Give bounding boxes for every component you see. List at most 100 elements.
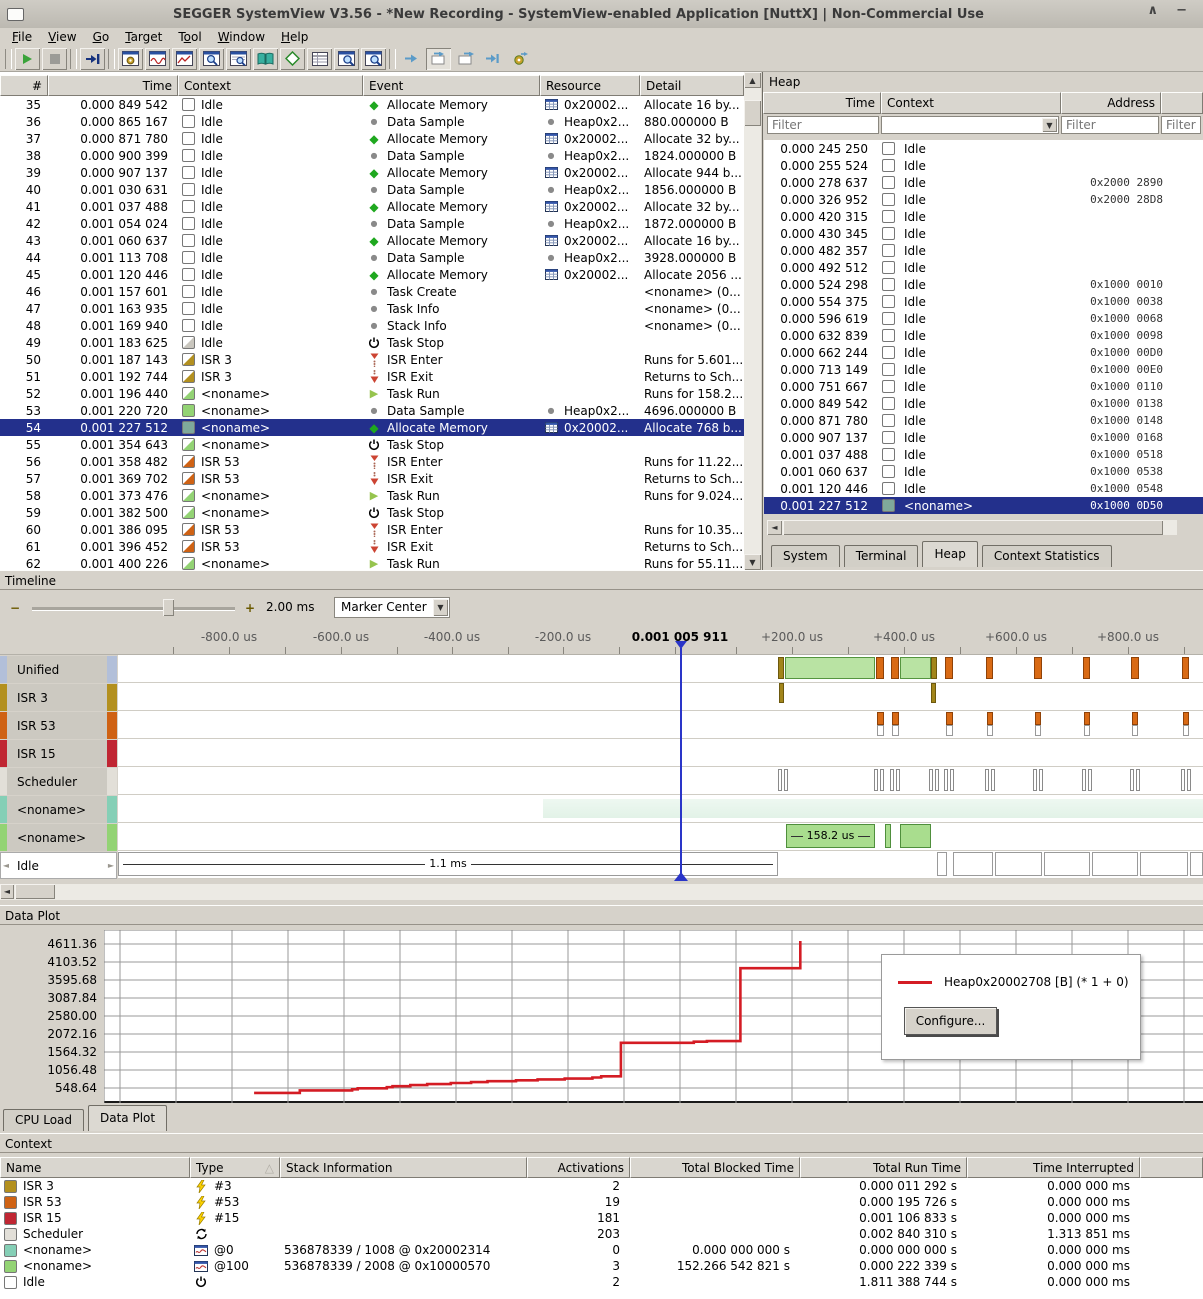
heap-row[interactable]: 0.000 430 345Idle xyxy=(764,225,1203,242)
event-row[interactable]: 350.000 849 542Idle◆Allocate Memory0x200… xyxy=(0,96,744,113)
event-row[interactable]: 620.001 400 226<noname>▶Task RunRuns for… xyxy=(0,555,744,570)
event-row[interactable]: 500.001 187 143ISR 3ISR EnterRuns for 5.… xyxy=(0,351,744,368)
col-context[interactable]: Context xyxy=(178,75,363,96)
timeline-marker-line[interactable] xyxy=(680,648,682,880)
show-memory-panel-button[interactable] xyxy=(226,48,251,70)
shade-button[interactable]: ∧ xyxy=(1148,3,1159,18)
track-row-scheduler[interactable] xyxy=(118,767,1203,795)
context-row[interactable]: ISR 3#320.000 011 292 s0.000 000 ms xyxy=(0,1178,1203,1194)
event-row[interactable]: 600.001 386 095ISR 53ISR EnterRuns for 1… xyxy=(0,521,744,538)
menu-go[interactable]: Go xyxy=(85,29,118,46)
track-row-isr53[interactable] xyxy=(118,711,1203,739)
col-name[interactable]: Name xyxy=(0,1157,190,1178)
track-label-isr15[interactable]: ISR 15 xyxy=(0,740,117,767)
track-scroll-right-icon[interactable]: ► xyxy=(106,861,116,870)
scrollbar-thumb[interactable] xyxy=(15,884,55,899)
heap-row[interactable]: 0.000 482 357Idle xyxy=(764,242,1203,259)
col-run-time[interactable]: Total Run Time xyxy=(800,1157,967,1178)
tab-cpu-load[interactable]: CPU Load xyxy=(3,1109,84,1131)
track-scroll-left-icon[interactable]: ◄ xyxy=(1,861,11,870)
heap-col-context[interactable]: Context xyxy=(881,92,1061,114)
track-row-noname2[interactable]: 158.2 us xyxy=(118,823,1203,851)
show-cpu-load-panel-button[interactable] xyxy=(172,48,197,70)
scrollbar-thumb[interactable] xyxy=(783,520,1163,535)
event-row[interactable]: 400.001 030 631Idle●Data Sample●Heap0x2.… xyxy=(0,181,744,198)
event-row[interactable]: 590.001 382 500<noname>Task Stop xyxy=(0,504,744,521)
heap-row[interactable]: 0.000 278 637Idle0x2000 2890 xyxy=(764,174,1203,191)
heap-col-address[interactable]: Address xyxy=(1061,92,1161,114)
event-row[interactable]: 410.001 037 488Idle◆Allocate Memory0x200… xyxy=(0,198,744,215)
show-context-panel-button[interactable] xyxy=(199,48,224,70)
menu-help[interactable]: Help xyxy=(273,29,316,46)
show-heap-panel-button[interactable] xyxy=(280,48,305,70)
track-row-isr15[interactable] xyxy=(118,739,1203,767)
context-row[interactable]: <noname>@0536878339 / 1008 @ 0x200023140… xyxy=(0,1242,1203,1258)
col-detail[interactable]: Detail xyxy=(640,75,744,96)
event-row[interactable]: 480.001 169 940Idle●Stack Info<noname> (… xyxy=(0,317,744,334)
context-row[interactable]: ISR 15#151810.001 106 833 s0.000 000 ms xyxy=(0,1210,1203,1226)
show-terminal-panel-button[interactable] xyxy=(253,48,278,70)
context-row[interactable]: ISR 53#53190.000 195 726 s0.000 000 ms xyxy=(0,1194,1203,1210)
event-row[interactable]: 420.001 054 024Idle●Data Sample●Heap0x2.… xyxy=(0,215,744,232)
col-event[interactable]: Event xyxy=(363,75,540,96)
heap-row[interactable]: 0.000 245 250Idle xyxy=(764,140,1203,157)
event-row[interactable]: 510.001 192 744ISR 3ISR ExitReturns to S… xyxy=(0,368,744,385)
timeline-scrollbar[interactable]: ◄ xyxy=(0,884,1203,900)
title-bar[interactable]: SEGGER SystemView V3.56 - *New Recording… xyxy=(0,0,1203,28)
context-row[interactable]: <noname>@100536878339 / 2008 @ 0x1000057… xyxy=(0,1258,1203,1274)
col-resource[interactable]: Resource xyxy=(540,75,640,96)
heap-col-time[interactable]: Time xyxy=(763,92,881,114)
show-settings-panel-button[interactable] xyxy=(118,48,143,70)
event-row[interactable]: 440.001 113 708Idle●Data Sample●Heap0x2.… xyxy=(0,249,744,266)
event-row[interactable]: 360.000 865 167Idle●Data Sample●Heap0x2.… xyxy=(0,113,744,130)
heap-row[interactable]: 0.000 662 244Idle0x1000 00D0 xyxy=(764,344,1203,361)
zoom-slider[interactable] xyxy=(32,607,235,610)
col-type[interactable]: Type△ xyxy=(190,1157,280,1178)
heap-row[interactable]: 0.000 871 780Idle0x1000 0148 xyxy=(764,412,1203,429)
tab-terminal[interactable]: Terminal xyxy=(844,545,919,567)
start-recording-button[interactable] xyxy=(15,48,40,70)
menu-window[interactable]: Window xyxy=(210,29,273,46)
heap-row[interactable]: 0.000 492 512Idle xyxy=(764,259,1203,276)
event-row[interactable]: 540.001 227 512<noname>◆Allocate Memory0… xyxy=(0,419,744,436)
zoom-in-button[interactable]: + xyxy=(243,602,257,616)
heap-row[interactable]: 0.000 554 375Idle0x1000 0038 xyxy=(764,293,1203,310)
heap-row[interactable]: 0.000 632 839Idle0x1000 0098 xyxy=(764,327,1203,344)
heap-address-filter-input[interactable] xyxy=(1061,116,1159,134)
configure-button[interactable]: Configure... xyxy=(904,1007,997,1035)
tab-context-statistics[interactable]: Context Statistics xyxy=(982,545,1112,567)
heap-row[interactable]: 0.001 120 446Idle0x1000 0548 xyxy=(764,480,1203,497)
step-over-event-button[interactable] xyxy=(453,48,478,70)
combo-dropdown-icon[interactable]: ▼ xyxy=(433,599,448,616)
menu-target[interactable]: Target xyxy=(117,29,170,46)
heap-context-filter-combo[interactable]: ▼ xyxy=(881,116,1059,134)
scroll-down-icon[interactable]: ▼ xyxy=(744,554,761,570)
heap-row[interactable]: 0.000 751 667Idle0x1000 0110 xyxy=(764,378,1203,395)
event-row[interactable]: 430.001 060 637Idle◆Allocate Memory0x200… xyxy=(0,232,744,249)
track-label-scheduler[interactable]: Scheduler xyxy=(0,768,117,795)
menu-tool[interactable]: Tool xyxy=(170,29,209,46)
run-gear-button[interactable] xyxy=(507,48,532,70)
event-table-scrollbar[interactable]: ▲ ▼ xyxy=(744,72,761,570)
event-row[interactable]: 580.001 373 476<noname>▶Task RunRuns for… xyxy=(0,487,744,504)
heap-scrollbar[interactable]: ◄ xyxy=(767,520,1177,535)
heap-time-filter-input[interactable] xyxy=(767,116,879,134)
track-row-isr3[interactable] xyxy=(118,683,1203,711)
heap-row[interactable]: 0.000 849 542Idle0x1000 0138 xyxy=(764,395,1203,412)
show-events-panel-button[interactable] xyxy=(145,48,170,70)
track-label-idle[interactable]: ◄Idle► xyxy=(0,852,117,879)
event-row[interactable]: 370.000 871 780Idle◆Allocate Memory0x200… xyxy=(0,130,744,147)
goto-last-event-button[interactable] xyxy=(480,48,505,70)
heap-row[interactable]: 0.001 037 488Idle0x1000 0518 xyxy=(764,446,1203,463)
tab-system[interactable]: System xyxy=(771,545,840,567)
tab-heap[interactable]: Heap xyxy=(922,541,977,567)
heap-extra-filter-input[interactable] xyxy=(1161,116,1201,134)
track-row-idle[interactable]: 1.1 ms xyxy=(118,851,1203,879)
event-row[interactable]: 380.000 900 399Idle●Data Sample●Heap0x2.… xyxy=(0,147,744,164)
step-into-event-button[interactable] xyxy=(426,48,451,70)
context-row[interactable]: Idle21.811 388 744 s0.000 000 ms xyxy=(0,1274,1203,1290)
track-label-isr53[interactable]: ISR 53 xyxy=(0,712,117,739)
event-row[interactable]: 560.001 358 482ISR 53ISR EnterRuns for 1… xyxy=(0,453,744,470)
zoom-slider-thumb[interactable] xyxy=(163,599,174,616)
heap-col-extra[interactable] xyxy=(1161,92,1203,114)
